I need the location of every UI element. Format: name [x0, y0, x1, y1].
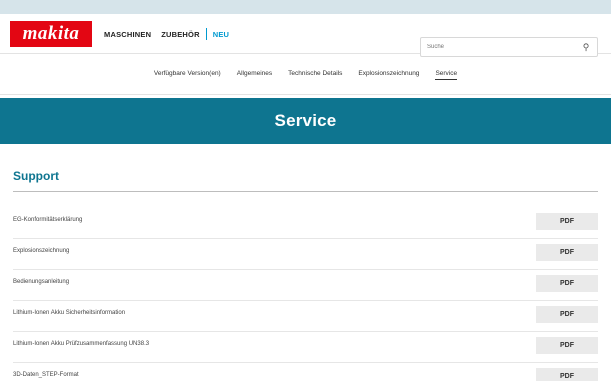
top-bar: makita MASCHINEN ZUBEHÖR NEU ⚲ [0, 14, 611, 57]
search-box[interactable]: ⚲ [420, 37, 598, 57]
document-label: EG-Konformitätserklärung [13, 217, 83, 223]
nav-maschinen[interactable]: MASCHINEN [104, 30, 151, 39]
tab-service[interactable]: Service [435, 70, 458, 80]
document-label: Explosionszeichnung [13, 248, 70, 254]
service-banner: Service [0, 98, 611, 144]
nav-neu[interactable]: NEU [213, 30, 229, 39]
document-label: Lithium-Ionen Akku Sicherheitsinformatio… [13, 310, 126, 316]
nav-zubehoer[interactable]: ZUBEHÖR [161, 30, 199, 39]
search-icon[interactable]: ⚲ [581, 41, 591, 53]
pdf-download-button[interactable]: PDF [536, 368, 598, 381]
list-item: Explosionszeichnung PDF [13, 239, 598, 270]
document-label: Lithium-Ionen Akku Prüfzusammenfassung U… [13, 341, 150, 347]
list-item: Lithium-Ionen Akku Sicherheitsinformatio… [13, 301, 598, 332]
search-input[interactable] [427, 41, 577, 53]
document-label: Bedienungsanleitung [13, 279, 70, 285]
product-subnav: Verfügbare Version(en) Allgemeines Techn… [0, 55, 611, 95]
list-item: EG-Konformitätserklärung PDF [13, 208, 598, 239]
support-list: EG-Konformitätserklärung PDF Explosionsz… [13, 208, 598, 381]
pdf-download-button[interactable]: PDF [536, 306, 598, 323]
makita-logo[interactable]: makita [10, 21, 92, 47]
pdf-download-button[interactable]: PDF [536, 244, 598, 261]
page: makita MASCHINEN ZUBEHÖR NEU ⚲ Verfügbar… [0, 14, 611, 381]
page-title: Service [274, 111, 337, 130]
tab-explosionszeichnung[interactable]: Explosionszeichnung [358, 70, 419, 79]
tab-versionen[interactable]: Verfügbare Version(en) [154, 70, 221, 79]
tab-technische-details[interactable]: Technische Details [288, 70, 342, 79]
pdf-download-button[interactable]: PDF [536, 275, 598, 292]
list-item: 3D-Daten_STEP-Format PDF [13, 363, 598, 381]
section-divider [13, 191, 598, 192]
support-heading: Support [13, 169, 59, 183]
pdf-download-button[interactable]: PDF [536, 213, 598, 230]
document-label: 3D-Daten_STEP-Format [13, 372, 79, 378]
list-item: Bedienungsanleitung PDF [13, 270, 598, 301]
main-nav: MASCHINEN ZUBEHÖR NEU [104, 27, 239, 41]
nav-divider [205, 28, 207, 40]
list-item: Lithium-Ionen Akku Prüfzusammenfassung U… [13, 332, 598, 363]
logo-text: makita [22, 23, 80, 44]
tab-allgemeines[interactable]: Allgemeines [237, 70, 272, 79]
pdf-download-button[interactable]: PDF [536, 337, 598, 354]
